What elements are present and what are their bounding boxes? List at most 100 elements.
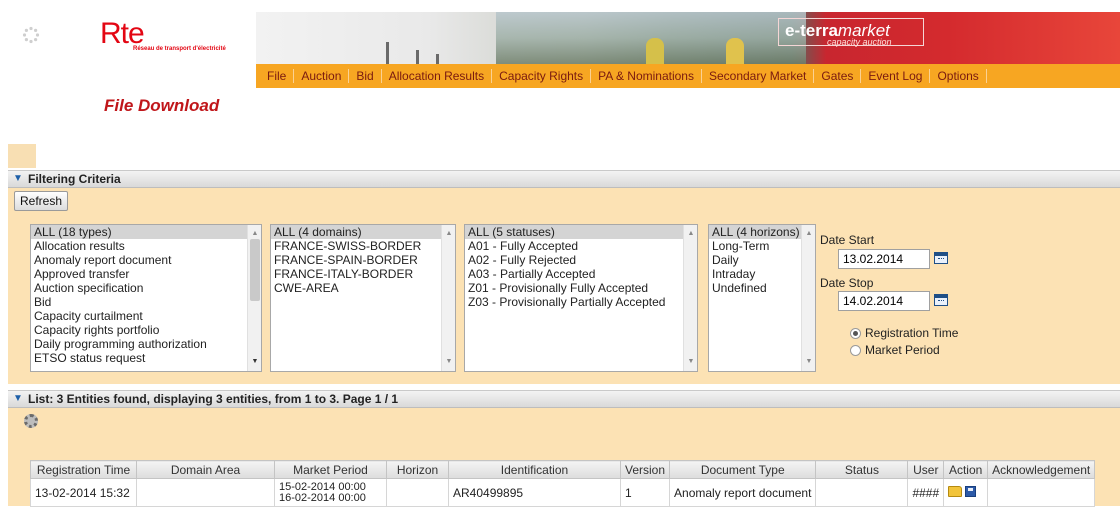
column-header[interactable]: Status <box>815 460 909 479</box>
column-header[interactable]: Domain Area <box>136 460 275 479</box>
date-stop-input[interactable] <box>838 291 930 311</box>
scroll-down-icon[interactable]: ▼ <box>684 355 697 369</box>
list-option[interactable]: Z01 - Provisionally Fully Accepted <box>465 281 697 295</box>
worker-image <box>646 38 664 64</box>
cell-domain-area <box>136 478 275 507</box>
radio-selected-icon[interactable] <box>850 327 861 339</box>
list-option[interactable]: Allocation results <box>31 239 261 253</box>
menu-item-event-log[interactable]: Event Log <box>861 69 931 83</box>
list-option[interactable]: Long-Term <box>709 239 815 253</box>
column-header[interactable]: Identification <box>448 460 621 479</box>
save-icon[interactable] <box>965 485 977 497</box>
scrollbar[interactable]: ▲ ▼ <box>683 225 697 371</box>
scroll-up-icon[interactable]: ▲ <box>684 227 697 241</box>
chevron-down-icon[interactable]: ▼ <box>12 171 24 187</box>
open-folder-icon[interactable] <box>948 485 963 497</box>
radio-unselected-icon[interactable] <box>850 344 861 356</box>
scroll-up-icon[interactable]: ▲ <box>442 227 455 241</box>
list-option[interactable]: A01 - Fully Accepted <box>465 239 697 253</box>
menu-item-allocation-results[interactable]: Allocation Results <box>382 69 493 83</box>
list-option[interactable]: ETSO status request <box>31 351 261 365</box>
menu-item-secondary-market[interactable]: Secondary Market <box>702 69 815 83</box>
list-option[interactable]: A03 - Partially Accepted <box>465 267 697 281</box>
radio-registration-label: Registration Time <box>865 326 959 340</box>
list-option[interactable]: ALL (4 horizons) <box>709 225 815 239</box>
loading-spinner-icon <box>22 26 40 44</box>
list-option[interactable]: FRANCE-SPAIN-BORDER <box>271 253 455 267</box>
menu-item-options[interactable]: Options <box>930 69 987 83</box>
column-header[interactable]: Market Period <box>274 460 387 479</box>
cell-action <box>943 478 989 507</box>
chevron-down-icon[interactable]: ▼ <box>12 391 24 407</box>
menu-item-auction[interactable]: Auction <box>294 69 350 83</box>
calendar-icon[interactable] <box>934 294 948 306</box>
gear-icon[interactable] <box>24 414 38 428</box>
scroll-down-icon[interactable]: ▼ <box>248 355 261 369</box>
date-start-label: Date Start <box>820 233 875 247</box>
column-header[interactable]: Document Type <box>669 460 817 479</box>
radio-registration-time[interactable]: Registration Time <box>850 326 958 340</box>
scrollbar[interactable]: ▲ ▼ <box>247 225 261 371</box>
list-option[interactable]: ALL (5 statuses) <box>465 225 697 239</box>
list-option[interactable]: ALL (4 domains) <box>271 225 455 239</box>
list-option[interactable]: CWE-AREA <box>271 281 455 295</box>
list-option[interactable]: FRANCE-SWISS-BORDER <box>271 239 455 253</box>
scrollbar[interactable]: ▲ ▼ <box>441 225 455 371</box>
scroll-thumb[interactable] <box>250 239 260 301</box>
header-banner: e-terramarket capacity auction <box>256 12 1120 64</box>
radio-market-label: Market Period <box>865 343 940 357</box>
rte-logo: Rte Réseau de transport d'électricité <box>100 17 260 53</box>
date-stop-label: Date Stop <box>820 276 874 290</box>
list-option[interactable]: Auction specification <box>31 281 261 295</box>
list-option[interactable]: Capacity curtailment <box>31 309 261 323</box>
list-option[interactable]: Anomaly report document <box>31 253 261 267</box>
page-title: File Download <box>104 96 220 115</box>
column-header[interactable]: Acknowledgement <box>987 460 1096 479</box>
menu-item-bid[interactable]: Bid <box>349 69 382 83</box>
domain-listbox[interactable]: ALL (4 domains) FRANCE-SWISS-BORDER FRAN… <box>270 224 456 372</box>
scroll-down-icon[interactable]: ▼ <box>802 355 815 369</box>
horizon-listbox[interactable]: ALL (4 horizons) Long-Term Daily Intrada… <box>708 224 816 372</box>
pylon-icon <box>416 50 419 64</box>
list-option[interactable]: Daily programming authorization <box>31 337 261 351</box>
list-option[interactable]: ALL (18 types) <box>31 225 261 239</box>
column-header[interactable]: Version <box>619 460 671 479</box>
scroll-up-icon[interactable]: ▲ <box>802 227 815 241</box>
logo-text: Rte <box>100 17 145 50</box>
pylon-icon <box>436 54 439 64</box>
list-option[interactable]: FRANCE-ITALY-BORDER <box>271 267 455 281</box>
scroll-down-icon[interactable]: ▼ <box>442 355 455 369</box>
list-option[interactable]: Bid <box>31 295 261 309</box>
logo-subtitle: Réseau de transport d'électricité <box>133 46 226 52</box>
list-option[interactable]: Undefined <box>709 281 815 295</box>
menu-item-capacity-rights[interactable]: Capacity Rights <box>492 69 592 83</box>
notification-box <box>8 144 36 168</box>
list-option[interactable]: Approved transfer <box>31 267 261 281</box>
radio-market-period[interactable]: Market Period <box>850 343 940 357</box>
list-header[interactable]: ▼ List: 3 Entities found, displaying 3 e… <box>8 390 1120 408</box>
product-tagline: capacity auction <box>827 37 892 47</box>
table-row[interactable]: 13-02-2014 15:32 15-02-2014 00:00 16-02-… <box>30 478 1096 507</box>
refresh-button[interactable]: Refresh <box>14 191 69 211</box>
menu-item-gates[interactable]: Gates <box>814 69 862 83</box>
calendar-icon[interactable] <box>934 252 948 264</box>
date-start-input[interactable] <box>838 249 930 269</box>
column-header[interactable]: Horizon <box>386 460 449 479</box>
status-listbox[interactable]: ALL (5 statuses) A01 - Fully Accepted A0… <box>464 224 698 372</box>
list-option[interactable]: Capacity rights portfolio <box>31 323 261 337</box>
list-option[interactable]: Daily <box>709 253 815 267</box>
list-option[interactable]: Z03 - Provisionally Partially Accepted <box>465 295 697 309</box>
column-header[interactable]: Registration Time <box>30 460 137 479</box>
list-title: List: 3 Entities found, displaying 3 ent… <box>28 392 399 406</box>
column-header[interactable]: Action <box>943 460 989 479</box>
document-type-listbox[interactable]: ALL (18 types) Allocation results Anomal… <box>30 224 262 372</box>
menu-item-file[interactable]: File <box>260 69 295 83</box>
cell-user: #### <box>907 478 945 507</box>
scrollbar[interactable]: ▲ ▼ <box>801 225 815 371</box>
filter-panel: Refresh ALL (18 types) Allocation result… <box>8 188 1120 384</box>
list-option[interactable]: Intraday <box>709 267 815 281</box>
menu-item-pa-nominations[interactable]: PA & Nominations <box>591 69 702 83</box>
list-option[interactable]: A02 - Fully Rejected <box>465 253 697 267</box>
column-header[interactable]: User <box>907 460 945 479</box>
filtering-criteria-header[interactable]: ▼ Filtering Criteria <box>8 170 1120 188</box>
